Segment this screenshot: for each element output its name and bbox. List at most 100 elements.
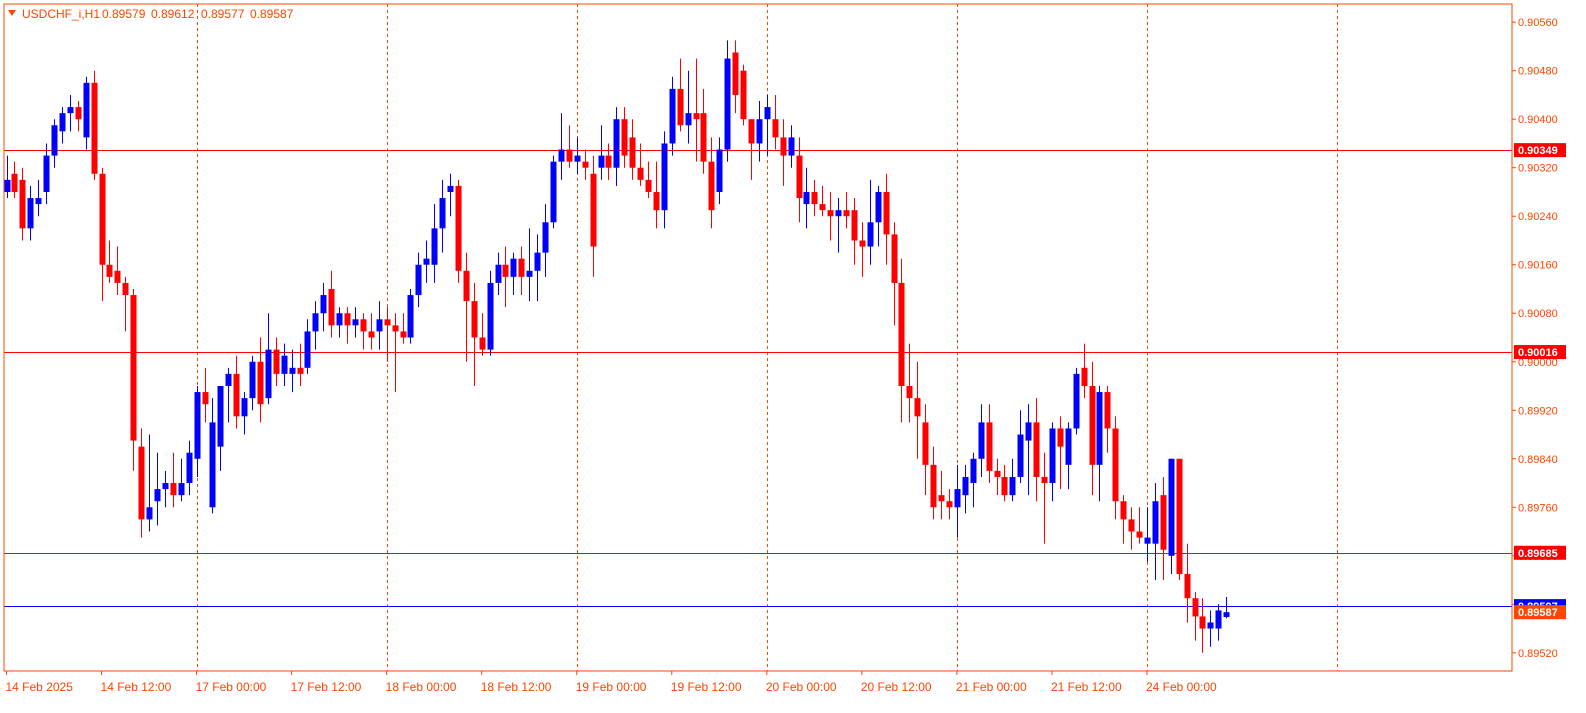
y-tick-label: 0.90400	[1518, 114, 1558, 126]
candle-body	[487, 282, 494, 350]
candle-body	[225, 373, 232, 387]
candle-body	[582, 161, 589, 168]
candle-body	[352, 319, 359, 326]
candle-body	[138, 446, 145, 520]
candle-body	[59, 113, 66, 132]
chart-container[interactable]: 0.90560 0.90480 0.90400 0.90320 0.90240 0.901…	[0, 0, 1586, 708]
candle-body	[27, 198, 34, 229]
candle-body	[194, 392, 201, 459]
candle-body	[1081, 367, 1088, 387]
candle-bull	[1073, 367, 1080, 435]
symbol-timeframe: USDCHF_i,H1	[22, 7, 100, 21]
candle-body	[241, 398, 248, 417]
candle-body	[463, 270, 470, 302]
y-tick-label: 0.90160	[1518, 260, 1558, 272]
x-tick-label: 24 Feb 00:00	[1146, 680, 1217, 694]
candle-body	[748, 119, 755, 144]
candle-body	[495, 264, 502, 283]
candle-body	[114, 270, 121, 283]
candle-body	[605, 155, 612, 168]
candle-body	[851, 210, 858, 241]
level-price-label: 0.90349	[1514, 143, 1566, 158]
candle-body	[273, 349, 280, 374]
y-tick-label: 0.89760	[1518, 502, 1558, 514]
candle-body	[700, 113, 707, 162]
candle-body	[708, 161, 715, 211]
candle-bear	[91, 70, 98, 180]
candle-body	[1104, 392, 1111, 429]
candle-body	[297, 367, 304, 374]
y-tick-label: 0.89840	[1518, 454, 1558, 466]
candle-body	[598, 155, 605, 168]
x-tick-label: 19 Feb 00:00	[576, 680, 647, 694]
candle-body	[360, 319, 367, 332]
candle-body	[415, 264, 422, 296]
candle-body	[1065, 428, 1072, 465]
x-tick-label: 21 Feb 00:00	[956, 680, 1027, 694]
candle-body	[1223, 612, 1230, 618]
candle-body	[898, 282, 905, 387]
candle-body	[1215, 610, 1222, 629]
candle-body	[502, 264, 509, 277]
x-tick-label: 19 Feb 12:00	[671, 680, 742, 694]
candle-body	[803, 191, 810, 205]
x-tick-label: 20 Feb 00:00	[766, 680, 837, 694]
candle-body	[43, 155, 50, 192]
candle-body	[376, 319, 383, 332]
candle-bull	[487, 270, 494, 356]
candle-body	[875, 191, 882, 223]
ohlc-low: 0.89577	[201, 7, 245, 21]
candle-body	[685, 113, 692, 126]
candle-body	[891, 234, 898, 283]
candle-body	[170, 483, 177, 496]
candle-body	[407, 295, 414, 338]
candle-body	[1009, 476, 1016, 496]
candle-body	[336, 313, 343, 326]
candle-bear	[740, 64, 747, 126]
candle-body	[19, 179, 26, 229]
candlestick-chart[interactable]: 0.90560 0.90480 0.90400 0.90320 0.90240 0.901…	[0, 0, 1586, 708]
candle-body	[130, 295, 137, 441]
candle-body	[67, 107, 74, 114]
candle-body	[249, 361, 256, 399]
candle-body	[1073, 373, 1080, 429]
candle-body	[653, 191, 660, 211]
candle-body	[526, 270, 533, 277]
candle-body	[693, 113, 700, 120]
candle-body	[455, 185, 462, 271]
candle-body	[75, 107, 82, 120]
candle-body	[954, 489, 961, 508]
candle-body	[756, 119, 763, 144]
candle-body	[1207, 622, 1214, 629]
ohlc-high: 0.89612	[151, 7, 195, 21]
candle-bear	[1176, 458, 1183, 581]
candle-body	[431, 228, 438, 265]
candle-body	[1001, 476, 1008, 496]
candle-body	[621, 119, 628, 156]
candle-body	[83, 82, 90, 138]
y-tick-label: 0.90080	[1518, 308, 1558, 320]
candle-bull	[550, 155, 557, 229]
current-price-label: 0.89587	[1514, 605, 1566, 620]
candle-body	[772, 119, 779, 138]
candle-body	[1192, 598, 1199, 617]
candle-body	[724, 58, 731, 150]
y-tick-label: 0.89920	[1518, 405, 1558, 417]
candle-body	[99, 173, 106, 265]
candle-body	[1057, 428, 1064, 447]
candle-body	[1041, 476, 1048, 484]
candle-body	[1176, 458, 1183, 574]
candle-body	[471, 301, 478, 338]
candle-body	[629, 137, 636, 168]
price-label-text: 0.89685	[1518, 548, 1558, 560]
candle-body	[835, 210, 842, 217]
candle-body	[281, 355, 288, 374]
y-tick-label: 0.90240	[1518, 211, 1558, 223]
candle-body	[867, 222, 874, 247]
x-tick-label: 14 Feb 12:00	[101, 680, 172, 694]
candle-body	[51, 125, 58, 156]
candle-body	[962, 476, 969, 496]
candle-bull	[407, 288, 414, 344]
candle-body	[209, 422, 216, 508]
candle-body	[986, 422, 993, 471]
